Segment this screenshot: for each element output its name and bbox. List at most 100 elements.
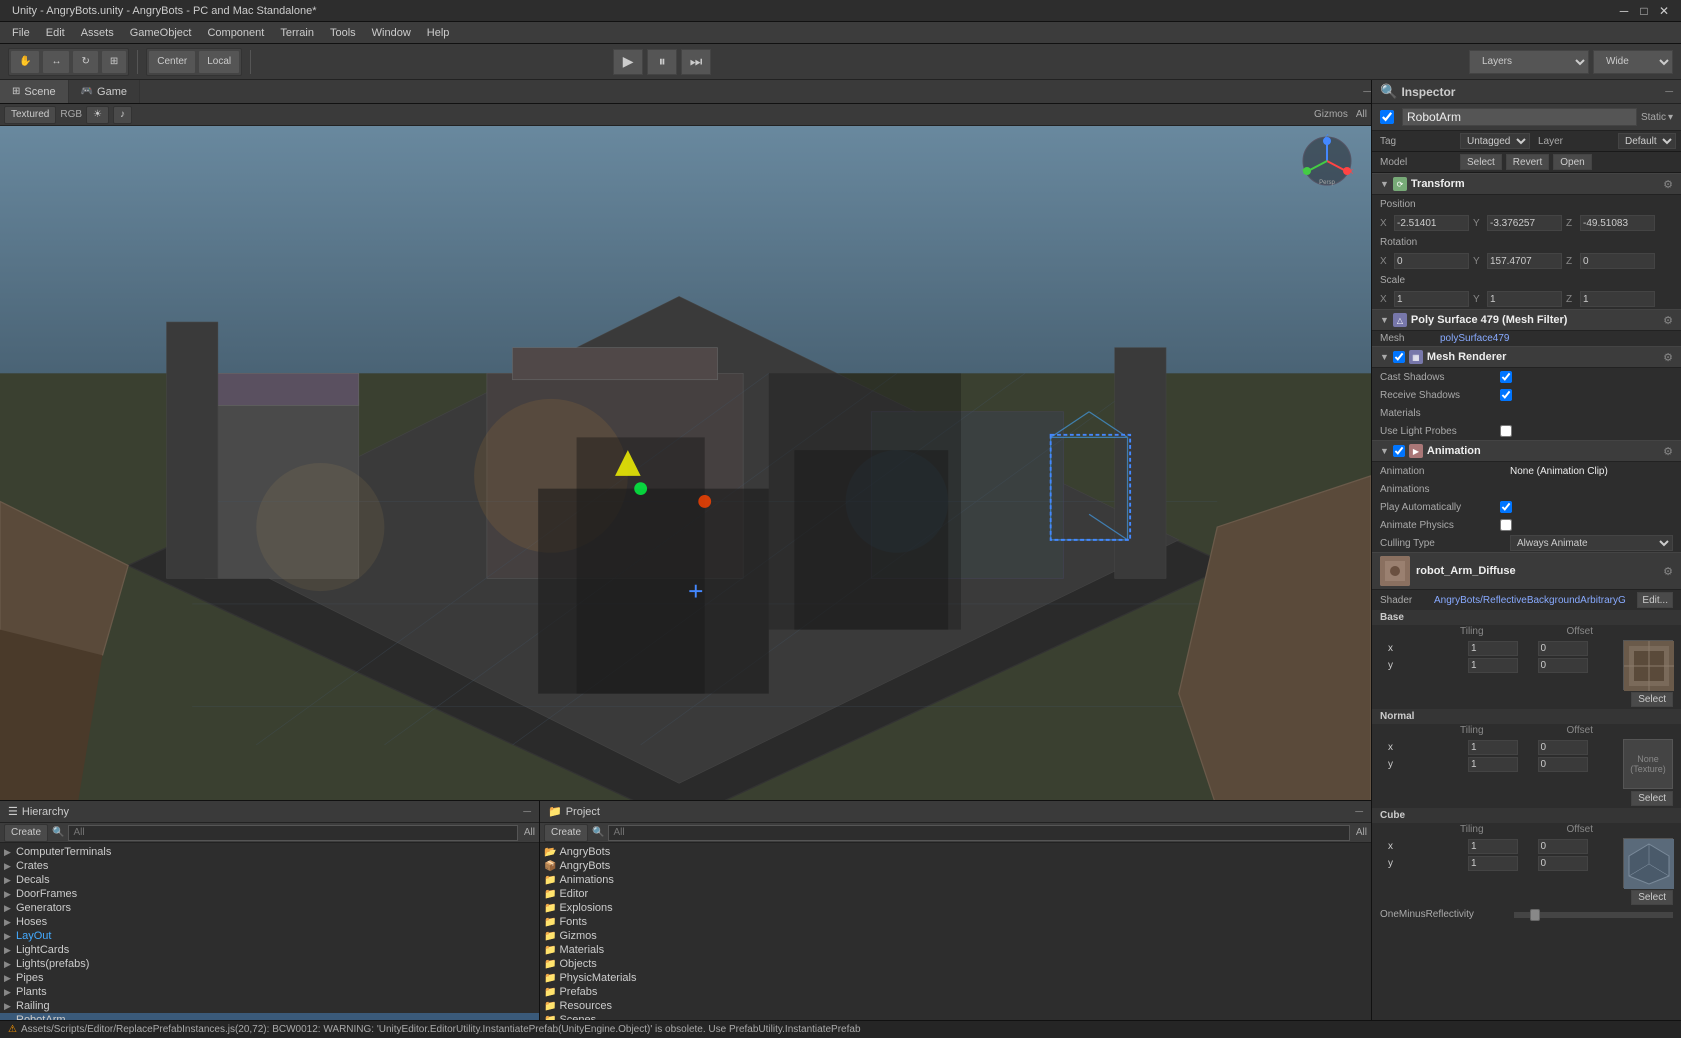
menu-terrain[interactable]: Terrain xyxy=(272,25,322,41)
menu-component[interactable]: Component xyxy=(199,25,272,41)
reflectivity-slider[interactable] xyxy=(1514,912,1673,918)
reflectivity-handle[interactable] xyxy=(1530,909,1540,921)
hierarchy-item-robotarm[interactable]: RobotArm xyxy=(0,1013,539,1020)
project-min-btn[interactable]: ─ xyxy=(1355,806,1363,818)
transform-gear-icon[interactable]: ⚙ xyxy=(1663,178,1673,191)
animate-physics-checkbox[interactable] xyxy=(1500,519,1512,531)
base-y-offset[interactable] xyxy=(1538,658,1588,673)
normal-y-tiling[interactable] xyxy=(1468,757,1518,772)
play-automatically-checkbox[interactable] xyxy=(1500,501,1512,513)
transform-component-header[interactable]: ▼ ⟳ Transform ⚙ xyxy=(1372,173,1681,195)
scale-z-input[interactable] xyxy=(1580,291,1655,307)
cube-texture-thumb[interactable] xyxy=(1623,838,1673,888)
menu-tools[interactable]: Tools xyxy=(322,25,364,41)
base-select-btn[interactable]: Select xyxy=(1631,692,1673,707)
layer-select[interactable]: Default xyxy=(1618,133,1676,149)
maximize-btn[interactable]: □ xyxy=(1635,2,1653,20)
rot-y-input[interactable] xyxy=(1487,253,1562,269)
receive-shadows-checkbox[interactable] xyxy=(1500,389,1512,401)
hierarchy-create-btn[interactable]: Create xyxy=(4,824,48,842)
project-item-physicmaterials[interactable]: 📁 PhysicMaterials xyxy=(540,971,1371,985)
hierarchy-item-layout[interactable]: ▶ LayOut xyxy=(0,929,539,943)
mesh-renderer-header[interactable]: ▼ ▦ Mesh Renderer ⚙ xyxy=(1372,346,1681,368)
base-texture-thumb[interactable] xyxy=(1623,640,1673,690)
cube-x-tiling[interactable] xyxy=(1468,839,1518,854)
transform-move-btn[interactable]: ↔ xyxy=(42,50,70,74)
transform-scale-btn[interactable]: ⊞ xyxy=(101,50,127,74)
project-item-resources[interactable]: 📁 Resources xyxy=(540,999,1371,1013)
menu-help[interactable]: Help xyxy=(419,25,458,41)
culling-type-select[interactable]: Always Animate xyxy=(1510,535,1673,551)
object-active-checkbox[interactable] xyxy=(1380,110,1394,124)
hierarchy-item-railing[interactable]: ▶ Railing xyxy=(0,999,539,1013)
local-btn[interactable]: Local xyxy=(198,50,240,74)
use-light-probes-checkbox[interactable] xyxy=(1500,425,1512,437)
menu-file[interactable]: File xyxy=(4,25,38,41)
hierarchy-item-doorframes[interactable]: ▶ DoorFrames xyxy=(0,887,539,901)
scale-y-input[interactable] xyxy=(1487,291,1562,307)
hierarchy-item-generators[interactable]: ▶ Generators xyxy=(0,901,539,915)
draw-mode-btn[interactable]: Textured xyxy=(4,106,56,124)
hierarchy-item-lightcards[interactable]: ▶ LightCards xyxy=(0,943,539,957)
project-search-input[interactable] xyxy=(608,825,1349,841)
close-btn[interactable]: ✕ xyxy=(1655,2,1673,20)
hierarchy-item-crates[interactable]: ▶ Crates xyxy=(0,859,539,873)
hierarchy-item-hoses[interactable]: ▶ Hoses xyxy=(0,915,539,929)
step-btn[interactable]: ⏭ xyxy=(681,49,711,75)
layout-select[interactable]: Wide xyxy=(1593,50,1673,74)
menu-window[interactable]: Window xyxy=(364,25,419,41)
base-x-tiling[interactable] xyxy=(1468,641,1518,656)
project-item-objects[interactable]: 📁 Objects xyxy=(540,957,1371,971)
cube-x-offset[interactable] xyxy=(1538,839,1588,854)
project-item-prefabs[interactable]: 📁 Prefabs xyxy=(540,985,1371,999)
tab-scene[interactable]: ⊞ Scene xyxy=(0,80,69,103)
hierarchy-min-btn[interactable]: ─ xyxy=(523,806,531,818)
pause-btn[interactable]: ⏸ xyxy=(647,49,677,75)
project-item-scenes[interactable]: 📁 Scenes xyxy=(540,1013,1371,1020)
transform-hand-btn[interactable]: ✋ xyxy=(10,50,40,74)
static-dropdown[interactable]: ▾ xyxy=(1668,112,1673,123)
animation-active-checkbox[interactable] xyxy=(1393,445,1405,457)
project-create-btn[interactable]: Create xyxy=(544,824,588,842)
scene-panel-min[interactable]: ─ xyxy=(1363,86,1371,98)
normal-x-offset[interactable] xyxy=(1538,740,1588,755)
material-edit-btn[interactable]: Edit... xyxy=(1637,592,1673,608)
menu-edit[interactable]: Edit xyxy=(38,25,73,41)
meshrenderer-gear-icon[interactable]: ⚙ xyxy=(1663,351,1673,364)
meshrenderer-active-checkbox[interactable] xyxy=(1393,351,1405,363)
animation-header[interactable]: ▼ ▶ Animation ⚙ xyxy=(1372,440,1681,462)
menu-assets[interactable]: Assets xyxy=(73,25,122,41)
scene-fx-btn[interactable]: ☀ xyxy=(86,106,109,124)
project-item-explosions[interactable]: 📁 Explosions xyxy=(540,901,1371,915)
select-btn[interactable]: Select xyxy=(1460,154,1502,170)
layers-select[interactable]: Layers xyxy=(1469,50,1589,74)
scale-x-input[interactable] xyxy=(1394,291,1469,307)
project-item-editor[interactable]: 📁 Editor xyxy=(540,887,1371,901)
gizmo-widget[interactable]: Z X Y Persp xyxy=(1300,134,1355,192)
base-x-offset[interactable] xyxy=(1538,641,1588,656)
base-y-tiling[interactable] xyxy=(1468,658,1518,673)
hierarchy-item-computerterminals[interactable]: ▶ ComputerTerminals xyxy=(0,845,539,859)
project-item-materials[interactable]: 📁 Materials xyxy=(540,943,1371,957)
project-item-angrybots-folder[interactable]: 📂 AngryBots xyxy=(540,845,1371,859)
tag-select[interactable]: Untagged xyxy=(1460,133,1530,149)
normal-texture-thumb[interactable]: None(Texture) xyxy=(1623,739,1673,789)
play-btn[interactable]: ▶ xyxy=(613,49,643,75)
rot-x-input[interactable] xyxy=(1394,253,1469,269)
rot-z-input[interactable] xyxy=(1580,253,1655,269)
normal-x-tiling[interactable] xyxy=(1468,740,1518,755)
material-gear-icon[interactable]: ⚙ xyxy=(1663,565,1673,578)
minimize-btn[interactable]: ─ xyxy=(1615,2,1633,20)
pos-y-input[interactable] xyxy=(1487,215,1562,231)
project-item-angrybots-asset[interactable]: 📦 AngryBots xyxy=(540,859,1371,873)
tab-game[interactable]: 🎮 Game xyxy=(69,80,140,103)
inspector-min-btn[interactable]: ─ xyxy=(1665,86,1673,98)
hierarchy-item-plants[interactable]: ▶ Plants xyxy=(0,985,539,999)
meshfilter-gear-icon[interactable]: ⚙ xyxy=(1663,314,1673,327)
viewport[interactable]: Z X Y Persp xyxy=(0,126,1371,800)
pos-z-input[interactable] xyxy=(1580,215,1655,231)
cube-select-btn[interactable]: Select xyxy=(1631,890,1673,905)
hierarchy-item-decals[interactable]: ▶ Decals xyxy=(0,873,539,887)
mesh-filter-header[interactable]: ▼ △ Poly Surface 479 (Mesh Filter) ⚙ xyxy=(1372,309,1681,331)
project-item-fonts[interactable]: 📁 Fonts xyxy=(540,915,1371,929)
